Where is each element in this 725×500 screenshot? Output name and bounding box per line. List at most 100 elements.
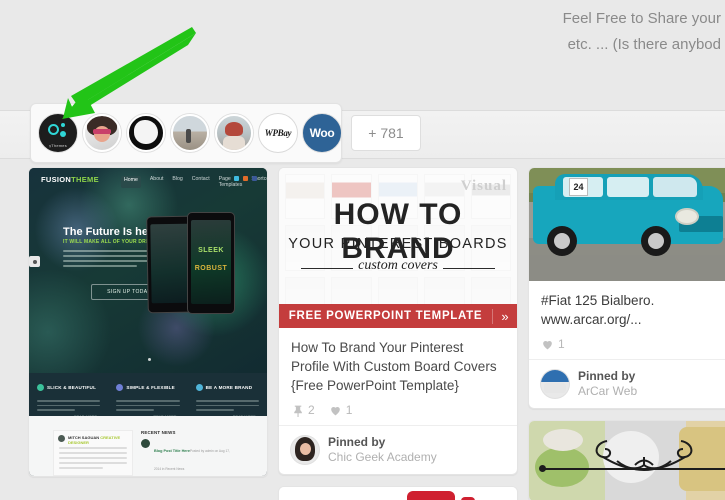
fusion-social-icons — [234, 176, 257, 181]
pin-card-fiat[interactable]: 24 #Fiat 125 Bialbero. www.arcar.org/... — [528, 167, 725, 409]
fusion-nav-contact: Contact — [191, 176, 210, 182]
fusion-theme-screenshot: FUSIONTHEME Home About Blog Contact Page… — [29, 168, 267, 476]
fusion-hero: FUSIONTHEME Home About Blog Contact Page… — [29, 168, 267, 373]
fusion-phone-word-1: SLEEK — [198, 247, 224, 254]
fusion-feature-2: SIMPLE & FLEXIBLE READ MORE > — [108, 373, 187, 419]
fusion-phone-front: SLEEK ROBUST — [187, 212, 235, 314]
fusion-feature-3: BE A MORE BRAND READ MORE > — [188, 373, 267, 419]
red-shape-a — [407, 491, 455, 500]
like-stat[interactable]: 1 — [541, 337, 565, 351]
pin-card-fusion-theme[interactable]: FUSIONTHEME Home About Blog Contact Page… — [28, 167, 268, 477]
ornament-flourish-icon — [595, 440, 693, 471]
pin-stats-how-to-brand: 2 1 — [291, 403, 505, 417]
pin-grid: FUSIONTHEME Home About Blog Contact Page… — [0, 157, 725, 500]
fusion-logo-plain: FUSION — [41, 175, 72, 184]
teaser-line-1: Feel Free to Share your — [562, 10, 721, 27]
fusion-author-box: MITCH SAGUAN CREATIVE DESIGNER — [53, 430, 133, 476]
heart-icon — [330, 406, 340, 415]
avatar-arcar-web — [541, 370, 569, 398]
pin-credit-how-to-brand[interactable]: Pinned by Chic Geek Academy — [279, 425, 517, 474]
pin-card-red-object[interactable] — [278, 486, 518, 500]
side-tab-dot — [32, 259, 37, 264]
car-wheel-rear — [547, 226, 577, 256]
pin-card-food[interactable] — [528, 420, 725, 500]
fusion-nav-about: About — [149, 176, 164, 182]
ythemes-logo-dot-small — [61, 123, 65, 127]
race-number: 24 — [569, 178, 588, 196]
feature-title-3: BE A MORE BRAND — [205, 385, 253, 391]
pin-column-2: Visual HOW TO BRAND YOUR PINTEREST BOARD… — [278, 167, 518, 500]
avatar-person-pink-hair[interactable] — [83, 114, 121, 152]
credit-text: Pinned by ArCar Web — [578, 369, 637, 399]
credit-text: Pinned by Chic Geek Academy — [328, 435, 437, 465]
avatar-woo-label: Woo — [309, 126, 335, 140]
pin-column-1: FUSIONTHEME Home About Blog Contact Page… — [28, 167, 268, 488]
fusion-headline: The Future Is here — [63, 226, 159, 238]
fusion-recent-news: RECENT NEWS Blog Post Title HerePosted b… — [141, 430, 231, 476]
fusion-logo-accent: THEME — [71, 175, 99, 184]
car-wheel-front — [641, 226, 671, 256]
body-shape — [223, 136, 245, 150]
pin-card-how-to-brand[interactable]: Visual HOW TO BRAND YOUR PINTEREST BOARD… — [278, 167, 518, 475]
credit-name[interactable]: Chic Geek Academy — [328, 450, 437, 465]
repin-count: 2 — [308, 403, 315, 417]
teaser-text: Feel Free to Share your etc. ... (Is the… — [305, 0, 725, 58]
blob-shape — [134, 120, 158, 144]
fiat-car-photo: 24 — [529, 168, 725, 281]
feature-icon-2 — [116, 384, 124, 392]
ythemes-logo-icon — [48, 124, 59, 135]
fusion-slider-dot — [148, 358, 151, 361]
avatar-band-bottom — [544, 383, 566, 393]
avatar-beach-figure[interactable] — [171, 114, 209, 152]
how-to-brand-body: How To Brand Your Pinterest Profile With… — [279, 328, 517, 425]
fusion-author-name: MITCH SAGUAN CREATIVE DESIGNER — [68, 435, 132, 445]
cover-banner-label: FREE POWERPOINT TEMPLATE — [288, 310, 483, 322]
credit-prefix: Pinned by — [328, 435, 386, 449]
twitter-icon — [234, 176, 239, 181]
repin-stat[interactable]: 2 — [291, 403, 315, 417]
avatar-ythemes[interactable]: yThemes — [39, 114, 77, 152]
fusion-navbar: FUSIONTHEME Home About Blog Contact Page… — [29, 168, 267, 192]
avatar-wpbay[interactable]: WPBay — [259, 114, 297, 152]
fusion-news-item-1: Blog Post Title HerePosted by admin on A… — [141, 439, 231, 475]
avatar-ythemes-label: yThemes — [49, 143, 67, 148]
avatar-face — [300, 443, 311, 455]
facebook-icon — [252, 176, 257, 181]
fiat-body: #Fiat 125 Bialbero. www.arcar.org/... 1 — [529, 281, 725, 359]
annotation-line — [543, 468, 725, 470]
cover-script-text: custom covers — [358, 258, 438, 273]
ythemes-logo-dot-mid — [60, 131, 66, 137]
avatar-person-red-top[interactable] — [215, 114, 253, 152]
fusion-news-heading: RECENT NEWS — [141, 430, 176, 435]
avatar-black-white-blob[interactable] — [127, 114, 165, 152]
pin-title-how-to-brand[interactable]: How To Brand Your Pinterest Profile With… — [291, 338, 505, 395]
rss-icon — [243, 176, 248, 181]
cover-corner-text: Visual — [460, 178, 507, 194]
pin-title-fiat-line2[interactable]: www.arcar.org/... — [541, 310, 725, 329]
fusion-feature-1: SLICK & BEAUTIFUL READ MORE > — [29, 373, 108, 419]
car-windshield — [653, 177, 697, 197]
avatar-woo[interactable]: Woo — [303, 114, 341, 152]
pin-credit-fiat[interactable]: Pinned by ArCar Web — [529, 359, 725, 408]
annotation-knob — [539, 465, 546, 472]
more-contributors-button[interactable]: + 781 — [351, 115, 421, 151]
like-count: 1 — [558, 337, 565, 351]
car-headlamp — [675, 208, 699, 225]
fusion-phone-word-2: ROBUST — [194, 265, 228, 272]
red-object-image — [279, 487, 517, 500]
chevron-right-icon: » — [492, 308, 517, 324]
fusion-feature-row: SLICK & BEAUTIFUL READ MORE > SIMPLE & F… — [29, 373, 267, 419]
like-stat[interactable]: 1 — [329, 403, 352, 417]
feature-title-2: SIMPLE & FLEXIBLE — [126, 385, 175, 391]
glasses-shape — [93, 129, 111, 134]
avatar-chic-geek-academy — [291, 436, 319, 464]
avatar-wpbay-label: WPBay — [264, 128, 292, 138]
credit-name[interactable]: ArCar Web — [578, 384, 637, 399]
car-window-mid — [607, 177, 649, 197]
pin-column-3: 24 #Fiat 125 Bialbero. www.arcar.org/... — [528, 167, 725, 500]
fusion-nav-blog: Blog — [172, 176, 183, 182]
how-to-brand-cover-image: Visual HOW TO BRAND YOUR PINTEREST BOARD… — [279, 168, 517, 328]
news-thumb-1 — [141, 439, 150, 448]
pin-title-fiat-line1[interactable]: #Fiat 125 Bialbero. — [541, 291, 725, 310]
cover-title: HOW TO BRAND — [333, 198, 463, 265]
